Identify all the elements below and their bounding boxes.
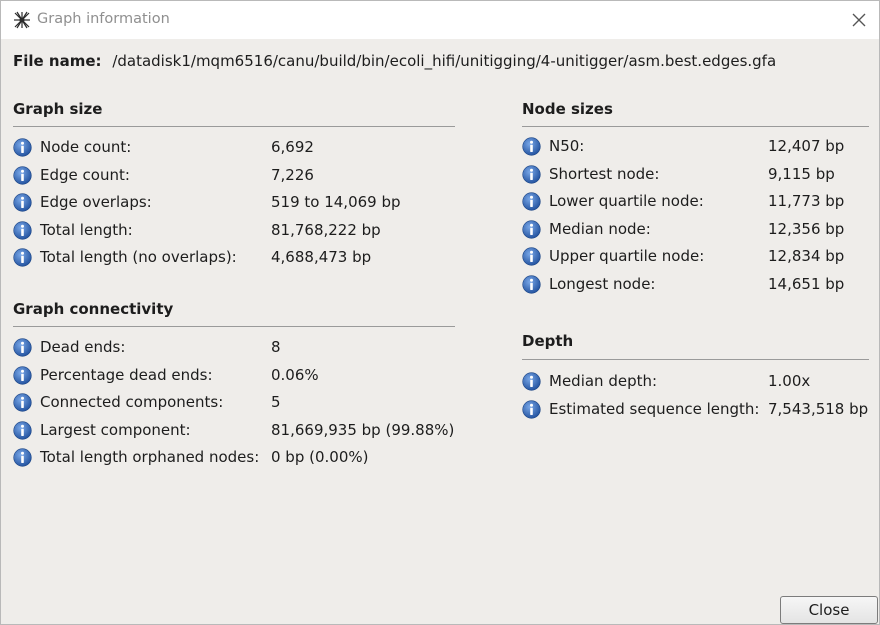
info-row-value: 519 to 14,069 bp [271, 193, 401, 211]
depth-title: Depth [522, 332, 574, 350]
info-row-label: Node count: [40, 138, 132, 156]
info-row-label: Median depth: [549, 372, 658, 390]
info-icon[interactable] [13, 393, 32, 412]
info-icon[interactable] [522, 247, 541, 266]
info-row-label: Longest node: [549, 275, 656, 293]
info-row-value: 1.00x [768, 372, 811, 390]
info-icon[interactable] [13, 338, 32, 357]
info-row-value: 5 [271, 393, 281, 411]
info-row: Largest component: 81,669,935 bp (99.88%) [13, 420, 454, 442]
graph-information-dialog: Graph information File name: /datadisk1/… [0, 0, 880, 625]
info-row: Dead ends: 8 [13, 337, 373, 359]
info-row: Median node: 12,356 bp [522, 219, 880, 241]
info-row-value: 7,543,518 bp [768, 399, 869, 418]
app-icon [14, 11, 30, 29]
info-row: Total length: 81,768,222 bp [13, 220, 381, 242]
info-row-value: 0.06% [271, 365, 319, 384]
info-icon[interactable] [13, 420, 32, 440]
info-icon[interactable] [522, 372, 541, 391]
info-row-label: N50: [549, 137, 585, 155]
title-bar: Graph information [1, 1, 879, 39]
info-row-label: Upper quartile node: [549, 247, 705, 266]
info-row-value: 81,768,222 bp [271, 220, 381, 239]
info-row: Estimated sequence length: 7,543,518 bp [522, 399, 880, 421]
graph-size-title: Graph size [13, 100, 103, 118]
file-name-row: File name: /datadisk1/mqm6516/canu/build… [13, 52, 776, 70]
info-row-value: 81,669,935 bp (99.88%) [271, 420, 455, 439]
depth-divider [522, 359, 869, 360]
info-row: Node count: 6,692 [13, 137, 373, 159]
window-title: Graph information [37, 11, 170, 27]
info-row: Upper quartile node: 12,834 bp [522, 246, 880, 268]
info-icon[interactable] [13, 138, 32, 157]
info-row-label: Total length orphaned nodes: [40, 448, 260, 466]
info-row-label: Total length: [40, 220, 133, 239]
info-row: N50: 12,407 bp [522, 136, 880, 158]
info-row-value: 6,692 [271, 138, 314, 156]
close-button[interactable]: Close [780, 596, 878, 624]
info-row-label: Edge overlaps: [40, 193, 152, 211]
info-row: Edge count: 7,226 [13, 165, 373, 187]
info-row-label: Dead ends: [40, 338, 126, 356]
info-icon[interactable] [13, 448, 32, 467]
info-row-label: Lower quartile node: [549, 192, 704, 211]
info-row: Total length orphaned nodes: 0 bp (0.00%) [13, 447, 373, 469]
info-row-value: 12,356 bp [768, 219, 845, 238]
node-sizes-divider [522, 126, 869, 127]
info-row-value: 14,651 bp [768, 275, 845, 293]
info-row: Shortest node: 9,115 bp [522, 164, 880, 186]
info-row-value: 0 bp (0.00%) [271, 448, 369, 466]
close-icon[interactable] [844, 7, 874, 33]
info-row-label: Estimated sequence length: [549, 399, 760, 418]
info-row-label: Percentage dead ends: [40, 365, 213, 384]
info-row: Total length (no overlaps): 4,688,473 bp [13, 247, 373, 269]
info-row-label: Connected components: [40, 393, 224, 411]
info-row: Median depth: 1.00x [522, 371, 880, 393]
graph-connectivity-divider [13, 326, 455, 327]
info-row: Longest node: 14,651 bp [522, 274, 880, 296]
info-row: Percentage dead ends: 0.06% [13, 365, 373, 387]
info-row-value: 12,834 bp [768, 247, 845, 266]
info-icon[interactable] [13, 165, 32, 185]
info-icon[interactable] [522, 137, 541, 156]
info-row-value: 12,407 bp [768, 137, 845, 155]
info-icon[interactable] [13, 365, 32, 385]
file-name-label: File name: [13, 52, 102, 70]
info-row: Connected components: 5 [13, 392, 373, 414]
info-row-value: 4,688,473 bp [271, 248, 372, 266]
node-sizes-title: Node sizes [522, 100, 613, 118]
info-row-label: Shortest node: [549, 164, 660, 183]
graph-connectivity-title: Graph connectivity [13, 300, 174, 318]
info-icon[interactable] [522, 164, 541, 184]
info-icon[interactable] [522, 192, 541, 211]
info-row-label: Total length (no overlaps): [40, 248, 237, 266]
info-icon[interactable] [522, 275, 541, 294]
info-row-label: Median node: [549, 219, 651, 238]
file-path: /datadisk1/mqm6516/canu/build/bin/ecoli_… [112, 52, 777, 70]
info-row-value: 8 [271, 338, 281, 356]
info-icon[interactable] [13, 220, 32, 240]
info-icon[interactable] [13, 193, 32, 212]
info-row: Lower quartile node: 11,773 bp [522, 191, 880, 213]
info-row-value: 11,773 bp [768, 192, 845, 211]
info-icon[interactable] [522, 399, 541, 419]
info-icon[interactable] [13, 248, 32, 267]
info-row-label: Largest component: [40, 420, 191, 439]
info-row-label: Edge count: [40, 165, 130, 184]
info-icon[interactable] [522, 220, 541, 239]
info-row-value: 7,226 [271, 165, 314, 184]
info-row-value: 9,115 bp [768, 164, 835, 183]
info-row: Edge overlaps: 519 to 14,069 bp [13, 192, 401, 214]
graph-size-divider [13, 126, 455, 127]
